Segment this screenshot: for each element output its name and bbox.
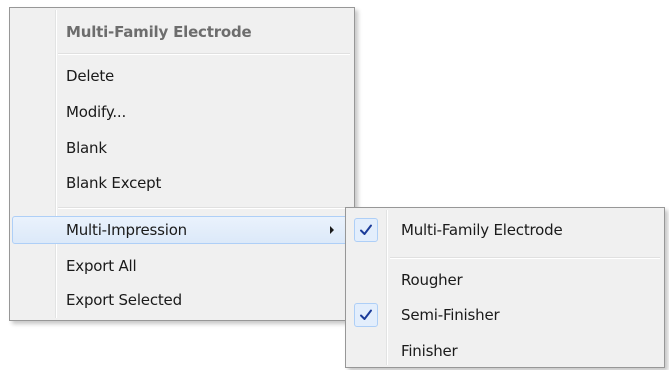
submenu-item-label: Multi-Family Electrode xyxy=(401,221,563,239)
submenu-item-multi-family-electrode[interactable]: Multi-Family Electrode xyxy=(348,216,662,244)
menu-item-blank[interactable]: Blank xyxy=(12,132,352,164)
menu-item-multi-impression[interactable]: Multi-Impression xyxy=(12,216,352,244)
menu-item-label: Delete xyxy=(66,67,115,85)
checkmark-glyph xyxy=(360,309,372,320)
submenu-item-label: Finisher xyxy=(401,342,458,360)
menu-item-label: Blank Except xyxy=(66,174,162,192)
menu-separator xyxy=(58,53,350,55)
checkmark-icon xyxy=(354,303,378,327)
checkmark-icon xyxy=(354,218,378,242)
menu-item-label: Export Selected xyxy=(66,291,182,309)
menu-separator xyxy=(58,207,350,209)
context-menu: Multi-Family Electrode Delete Modify... … xyxy=(9,7,355,321)
submenu: Multi-Family Electrode Rougher Semi-Fini… xyxy=(345,207,665,368)
menu-item-export-selected[interactable]: Export Selected xyxy=(12,284,352,316)
submenu-item-finisher[interactable]: Finisher xyxy=(348,337,662,365)
submenu-item-label: Rougher xyxy=(401,271,463,289)
menu-header: Multi-Family Electrode xyxy=(12,15,352,49)
submenu-item-label: Semi-Finisher xyxy=(401,306,500,324)
menu-item-export-all[interactable]: Export All xyxy=(12,250,352,282)
chevron-right-icon xyxy=(330,226,334,234)
menu-item-label: Multi-Impression xyxy=(66,221,187,239)
menu-item-blank-except[interactable]: Blank Except xyxy=(12,167,352,199)
checkmark-glyph xyxy=(360,224,372,235)
menu-item-modify[interactable]: Modify... xyxy=(12,96,352,128)
menu-item-label: Modify... xyxy=(66,103,127,121)
submenu-item-semi-finisher[interactable]: Semi-Finisher xyxy=(348,301,662,329)
menu-item-label: Blank xyxy=(66,139,107,157)
menu-item-label: Export All xyxy=(66,257,137,275)
submenu-separator xyxy=(390,257,660,259)
menu-item-delete[interactable]: Delete xyxy=(12,60,352,92)
menu-header-label: Multi-Family Electrode xyxy=(66,23,252,41)
submenu-item-rougher[interactable]: Rougher xyxy=(348,266,662,294)
